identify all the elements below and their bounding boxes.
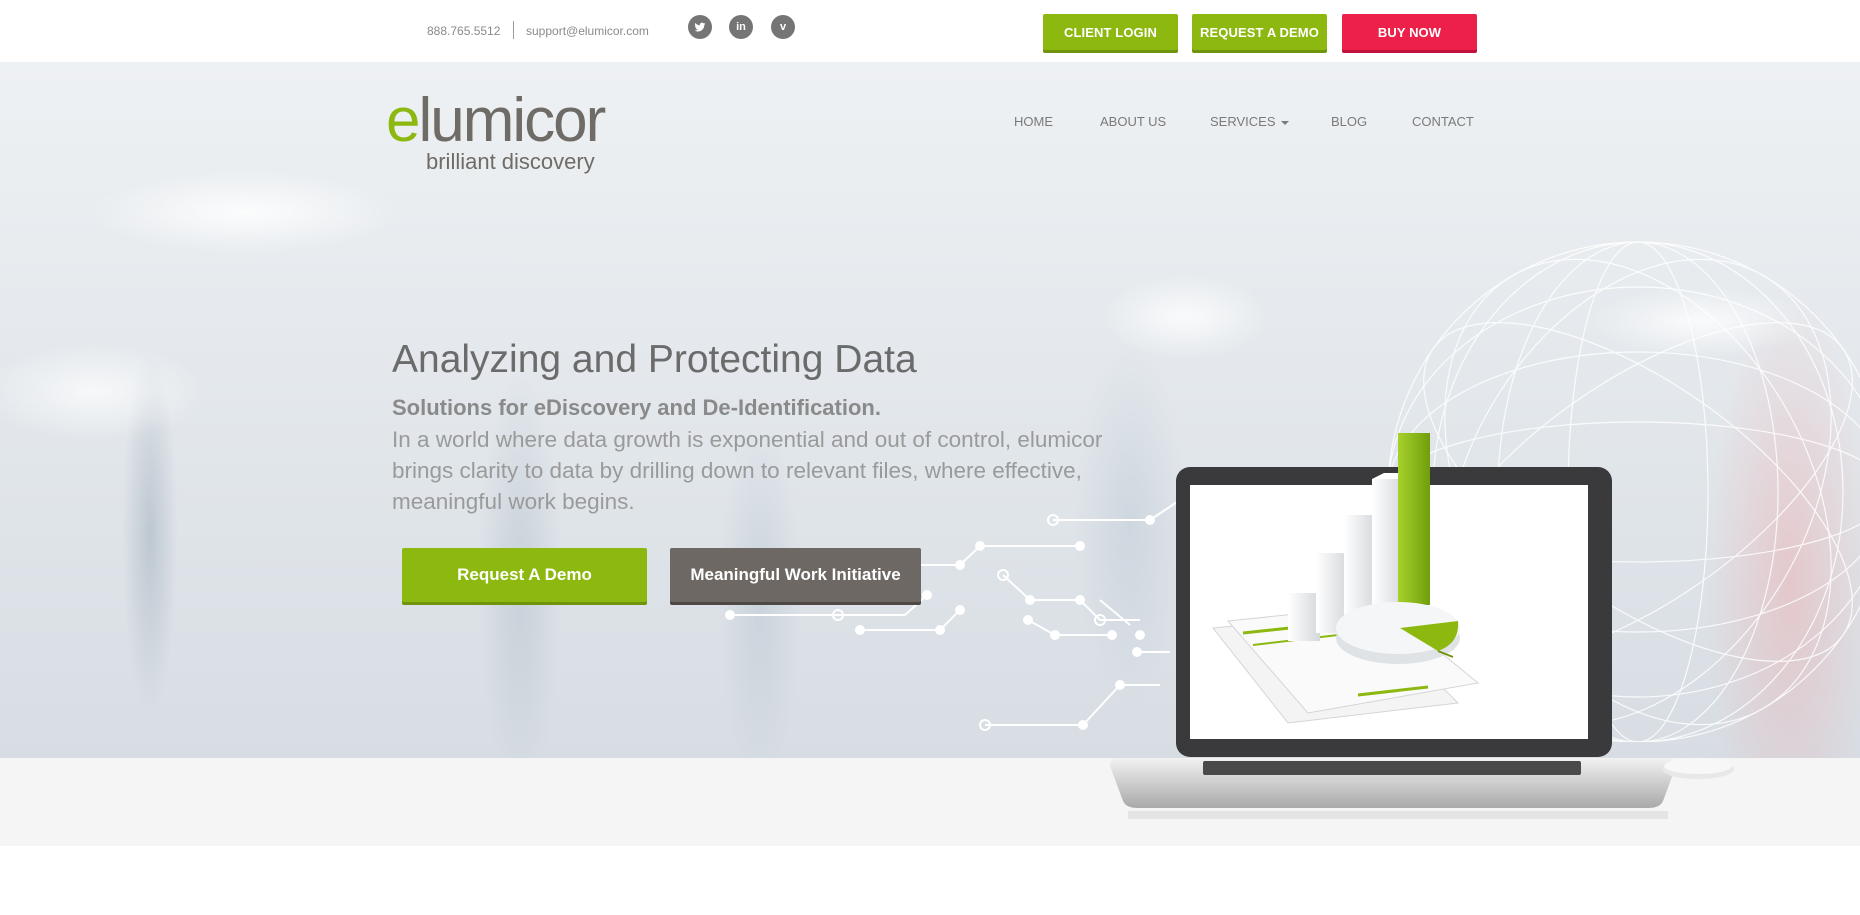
nav-contact[interactable]: CONTACT <box>1412 114 1474 129</box>
linkedin-glyph: in <box>736 21 746 33</box>
hero-description: In a world where data growth is exponent… <box>392 427 1103 514</box>
support-email[interactable]: support@elumicor.com <box>526 24 649 38</box>
buy-now-button[interactable]: BUY NOW <box>1342 14 1477 50</box>
request-demo-button[interactable]: Request A Demo <box>402 548 647 602</box>
vimeo-glyph: v <box>779 21 787 33</box>
twitter-icon[interactable] <box>688 15 712 39</box>
elumicor-logo[interactable]: elumicor brilliant discovery <box>386 90 646 180</box>
request-demo-top-button[interactable]: REQUEST A DEMO <box>1192 14 1327 50</box>
vimeo-icon[interactable]: v <box>771 15 795 39</box>
logo-wordmark: elumicor <box>386 90 606 152</box>
nav-services-label: SERVICES <box>1210 114 1276 129</box>
nav-home[interactable]: HOME <box>1014 114 1053 129</box>
hero-title: Analyzing and Protecting Data <box>392 338 917 381</box>
caret-down-icon <box>1280 120 1289 125</box>
page: 888.765.5512 support@elumicor.com in v C… <box>0 0 1860 915</box>
logo-letters-rest: lumicor <box>418 86 606 155</box>
nav-services[interactable]: SERVICES <box>1210 114 1289 129</box>
logo-letter-e: e <box>386 86 421 155</box>
nav-blog[interactable]: BLOG <box>1331 114 1367 129</box>
hero-subtitle: Solutions for eDiscovery and De-Identifi… <box>392 395 881 420</box>
logo-tagline: brilliant discovery <box>426 149 595 174</box>
laptop-illustration <box>1110 433 1734 819</box>
linkedin-icon[interactable]: in <box>729 15 753 39</box>
meaningful-work-button[interactable]: Meaningful Work Initiative <box>670 548 921 602</box>
nav-about-us[interactable]: ABOUT US <box>1100 114 1166 129</box>
phone-number[interactable]: 888.765.5512 <box>427 24 500 38</box>
top-bar: 888.765.5512 support@elumicor.com in v C… <box>0 0 1860 62</box>
divider <box>513 21 514 39</box>
client-login-button[interactable]: CLIENT LOGIN <box>1043 14 1178 50</box>
